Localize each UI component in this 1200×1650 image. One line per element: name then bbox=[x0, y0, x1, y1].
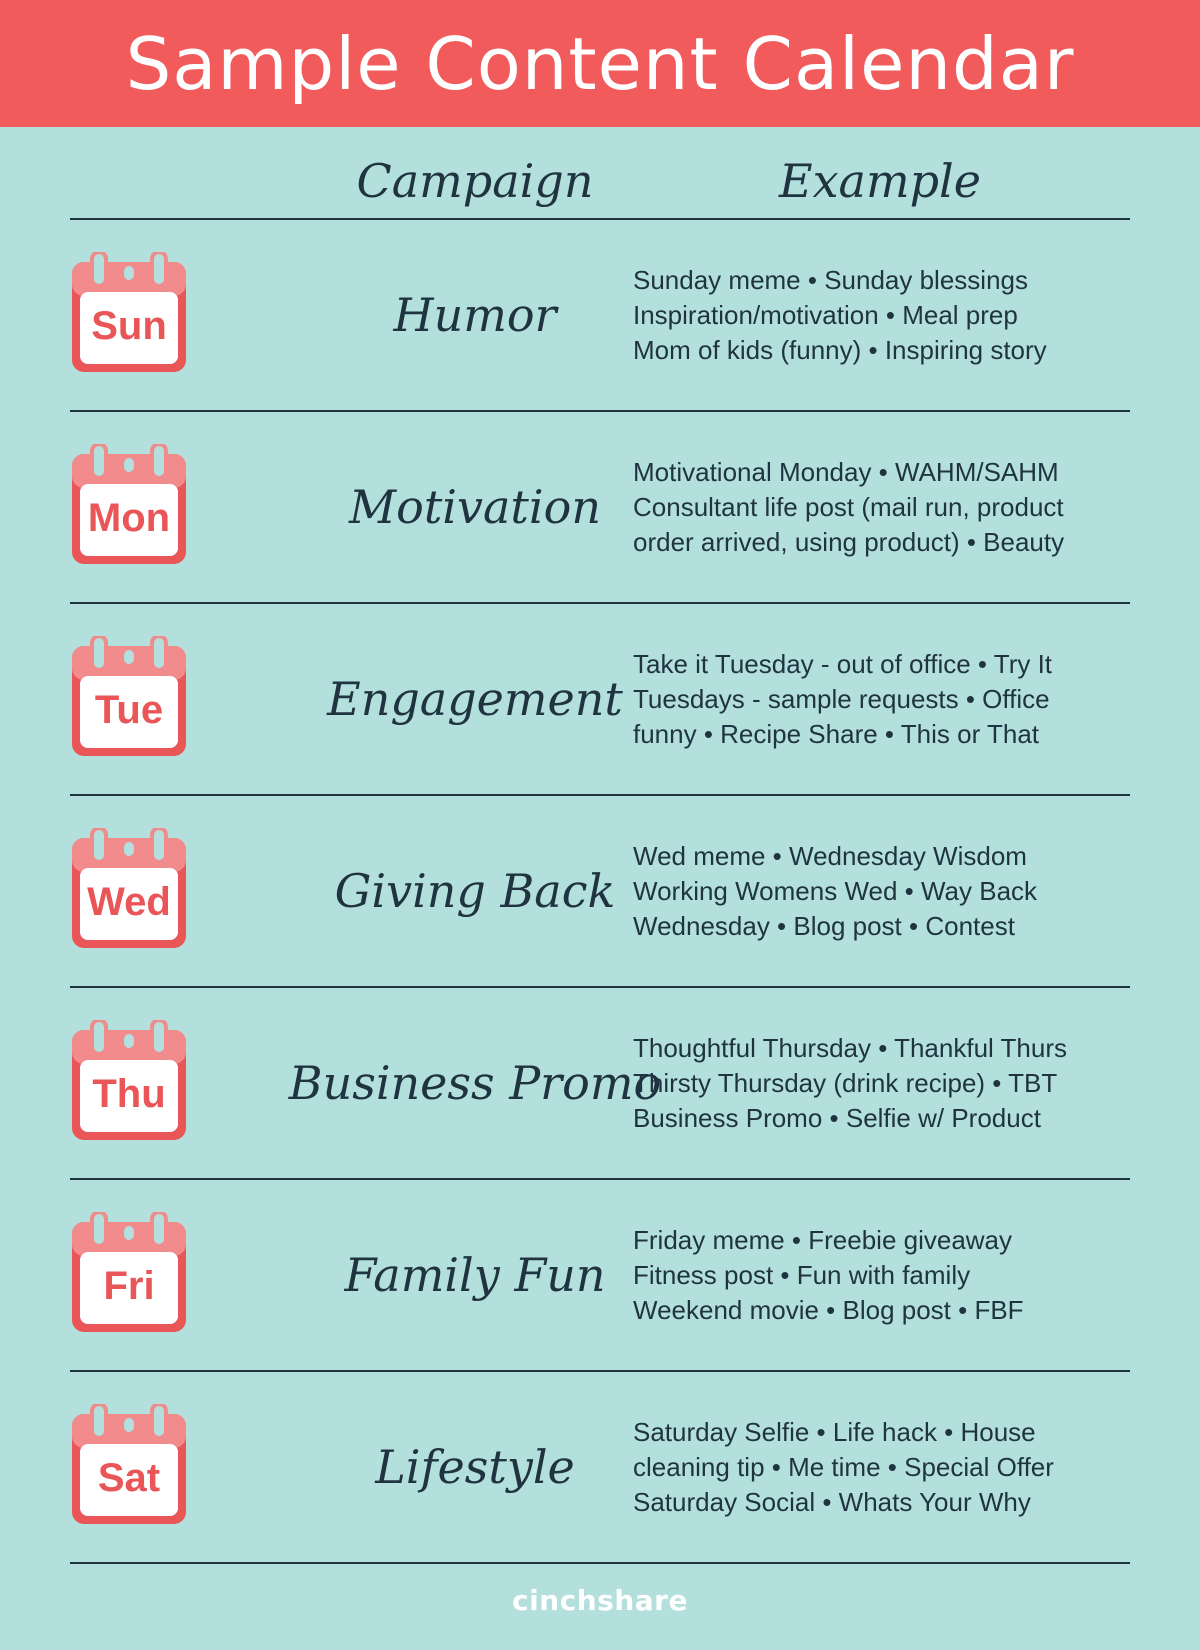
example-list: Wed meme • Wednesday Wisdom Working Women… bbox=[633, 796, 1130, 986]
calendar-row: Tue Engagement Take it Tuesday - out of of… bbox=[70, 604, 1130, 796]
calendar-row: Sun Humor Sunday meme • Sunday blessings In… bbox=[70, 220, 1130, 412]
day-label: Wed bbox=[87, 880, 171, 924]
day-label: Thu bbox=[92, 1072, 166, 1116]
calendar-row: Wed Giving Back Wed meme • Wednesday Wisdo… bbox=[70, 796, 1130, 988]
example-list: Take it Tuesday - out of office • Try It… bbox=[633, 604, 1130, 794]
example-line: Business Promo • Selfie w/ Product bbox=[633, 1102, 1041, 1133]
page-title: Sample Content Calendar bbox=[125, 21, 1075, 106]
example-list: Saturday Selfie • Life hack • House clean… bbox=[633, 1372, 1130, 1562]
example-column-header: Example bbox=[779, 154, 981, 208]
calendar-icon: Fri bbox=[70, 1212, 188, 1334]
brand-logo: cinchshare bbox=[512, 1583, 688, 1617]
calendar-icon: Sun bbox=[70, 252, 188, 374]
day-label: Fri bbox=[103, 1264, 155, 1308]
calendar-row: Mon Motivation Motivational Monday • WAHM/… bbox=[70, 412, 1130, 604]
example-list: Thoughtful Thursday • Thankful Thurs Thir… bbox=[633, 988, 1130, 1178]
example-line: Weekend movie • Blog post • FBF bbox=[633, 1294, 1024, 1325]
title-banner: Sample Content Calendar bbox=[0, 0, 1200, 127]
calendar-row: Sat Lifestyle Saturday Selfie • Life hack … bbox=[70, 1372, 1130, 1564]
example-line: Sunday meme • Sunday blessings bbox=[633, 264, 1028, 295]
example-line: Mom of kids (funny) • Inspiring story bbox=[633, 334, 1047, 365]
example-list: Friday meme • Freebie giveaway Fitness po… bbox=[633, 1180, 1130, 1370]
example-line: Thirsty Thursday (drink recipe) • TBT bbox=[633, 1067, 1058, 1098]
day-label: Sun bbox=[91, 304, 167, 348]
example-line: Motivational Monday • WAHM/SAHM bbox=[633, 456, 1059, 487]
day-label: Tue bbox=[94, 688, 164, 732]
day-label: Sat bbox=[97, 1456, 161, 1500]
example-line: funny • Recipe Share • This or That bbox=[633, 718, 1040, 749]
example-line: Tuesdays - sample requests • Office bbox=[633, 683, 1050, 714]
calendar-icon: Thu bbox=[70, 1020, 188, 1142]
example-list: Motivational Monday • WAHM/SAHM Consultan… bbox=[633, 412, 1130, 602]
example-line: Take it Tuesday - out of office • Try It bbox=[633, 648, 1053, 679]
calendar-icon: Sat bbox=[70, 1404, 188, 1526]
calendar-icon: Tue bbox=[70, 636, 188, 758]
example-line: Working Womens Wed • Way Back bbox=[633, 875, 1038, 906]
example-line: Wednesday • Blog post • Contest bbox=[633, 910, 1015, 941]
example-line: Wed meme • Wednesday Wisdom bbox=[633, 840, 1027, 871]
example-line: Saturday Social • Whats Your Why bbox=[633, 1486, 1031, 1517]
example-line: Fitness post • Fun with family bbox=[633, 1259, 971, 1290]
example-line: cleaning tip • Me time • Special Offer bbox=[633, 1451, 1054, 1482]
day-label: Mon bbox=[87, 496, 171, 540]
calendar-icon: Mon bbox=[70, 444, 188, 566]
example-line: Saturday Selfie • Life hack • House bbox=[633, 1416, 1036, 1447]
calendar-row: Fri Family Fun Friday meme • Freebie givea… bbox=[70, 1180, 1130, 1372]
example-line: Friday meme • Freebie giveaway bbox=[633, 1224, 1013, 1255]
calendar-row: Thu Business Promo Thoughtful Thursday • T… bbox=[70, 988, 1130, 1180]
example-line: Inspiration/motivation • Meal prep bbox=[633, 299, 1018, 330]
example-list: Sunday meme • Sunday blessings Inspiratio… bbox=[633, 220, 1130, 410]
example-line: order arrived, using product) • Beauty bbox=[633, 526, 1065, 557]
example-line: Thoughtful Thursday • Thankful Thurs bbox=[633, 1032, 1068, 1063]
calendar-icon: Wed bbox=[70, 828, 188, 950]
example-line: Consultant life post (mail run, product bbox=[633, 491, 1064, 522]
table-header: Campaign Example bbox=[70, 150, 1130, 220]
